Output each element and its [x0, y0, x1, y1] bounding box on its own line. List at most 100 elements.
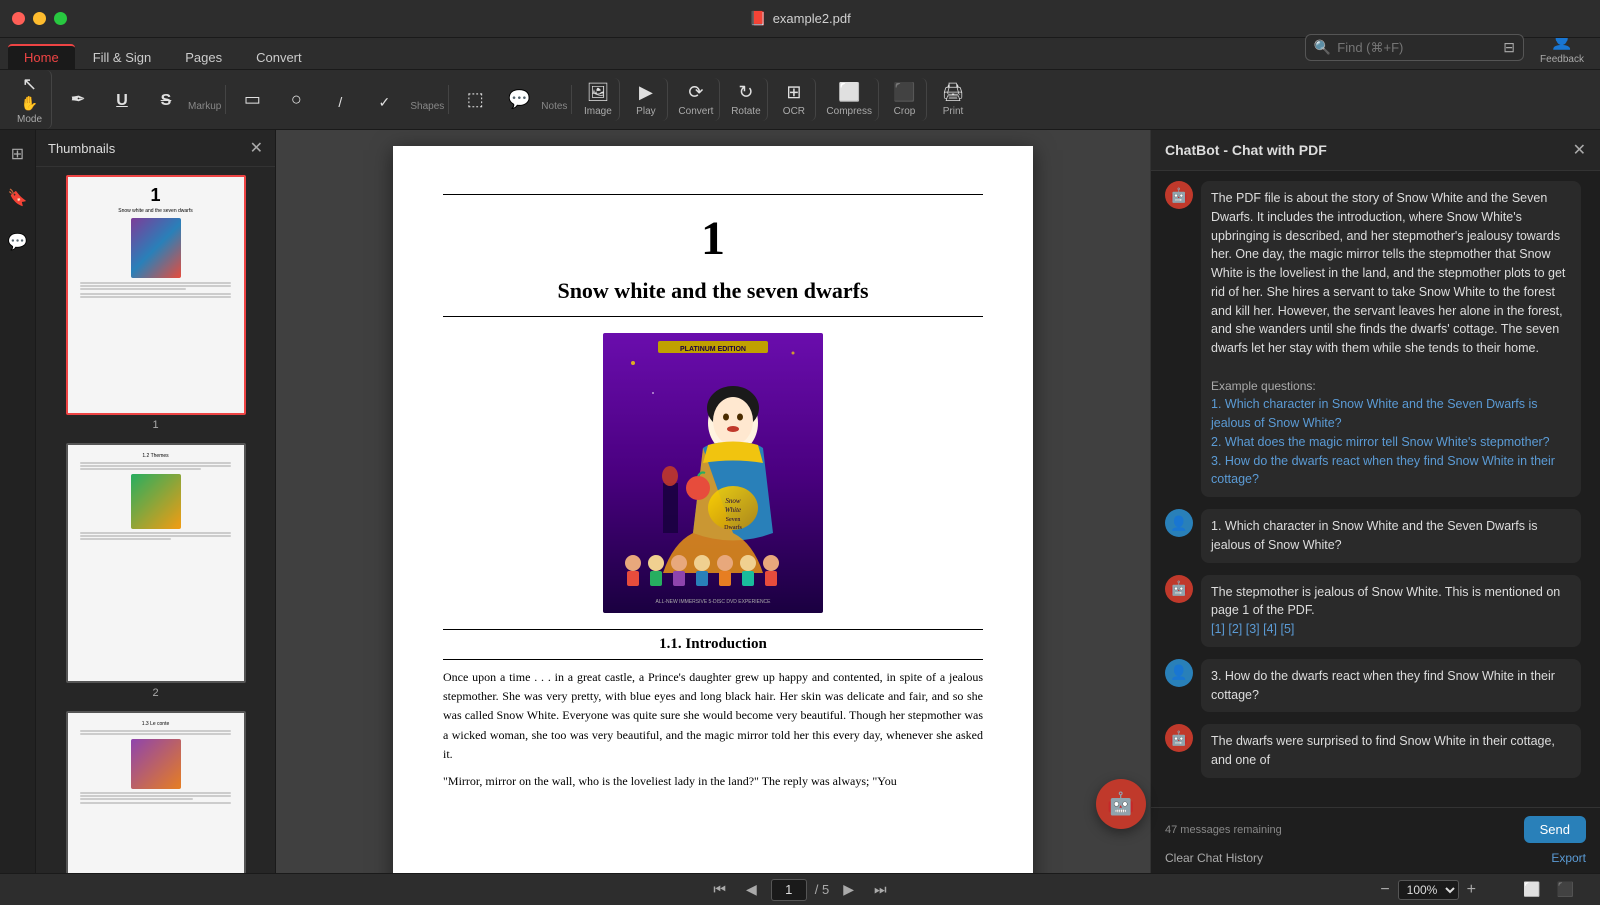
line-button[interactable]: /: [318, 90, 362, 115]
book-cover-image: PLATINUM EDITION: [603, 333, 823, 613]
chapter-number: 1: [443, 211, 983, 266]
example-link-1[interactable]: 1. Which character in Snow White and the…: [1211, 397, 1538, 430]
image-button[interactable]: 🖼 Image: [576, 78, 620, 121]
stamp-icon: ⬚: [467, 89, 484, 111]
tab-convert[interactable]: Convert: [240, 46, 318, 69]
svg-text:ALL-NEW IMMERSIVE 5-DISC DVD E: ALL-NEW IMMERSIVE 5-DISC DVD EXPERIENCE: [655, 599, 771, 605]
print-icon: 🖨: [942, 82, 965, 104]
chat-bubble-user-1: 1. Which character in Snow White and the…: [1201, 509, 1581, 563]
compress-icon: ⬜: [838, 82, 860, 104]
export-button[interactable]: Export: [1551, 851, 1586, 865]
minimize-button[interactable]: [33, 12, 46, 25]
ai-avatar-2: 🤖: [1165, 575, 1193, 603]
ocr-icon: ⊞: [786, 82, 801, 104]
thumb-cover-2: [131, 474, 181, 529]
chat-messages: 🤖 The PDF file is about the story of Sno…: [1151, 171, 1600, 807]
bookmarks-icon[interactable]: 🔖: [2, 182, 34, 214]
pen-button[interactable]: ✒: [56, 85, 100, 115]
zoom-out-button[interactable]: −: [1376, 881, 1393, 899]
chat-header: ChatBot - Chat with PDF ✕: [1151, 130, 1600, 171]
left-sidebar-icons: ⊞ 🔖 💬: [0, 130, 36, 873]
first-page-button[interactable]: ⏮: [707, 879, 732, 900]
zoom-in-button[interactable]: +: [1463, 881, 1480, 899]
crop-button[interactable]: ⬛ Crop: [883, 78, 927, 121]
filter-icon[interactable]: ⊟: [1503, 39, 1515, 56]
play-button[interactable]: ▶ Play: [624, 78, 668, 121]
convert-icon: ⟳: [688, 82, 703, 104]
prev-page-button[interactable]: ◀: [740, 879, 763, 900]
chat-actions: 47 messages remaining Send: [1165, 816, 1586, 843]
chat-close-button[interactable]: ✕: [1573, 140, 1586, 160]
comments-icon[interactable]: 💬: [2, 226, 34, 258]
thumbnail-num-2: 2: [44, 687, 267, 699]
thumbnail-page-3[interactable]: 1.3 Le conte 3: [44, 711, 267, 873]
page-total: / 5: [815, 882, 829, 897]
example-label: Example questions:: [1211, 379, 1316, 393]
svg-text:Snow: Snow: [725, 497, 741, 505]
rect-button[interactable]: ▭: [230, 85, 274, 115]
check-button[interactable]: ✓: [362, 90, 406, 115]
convert-button[interactable]: ⟳ Convert: [672, 78, 720, 121]
chat-msg-ai-2: 🤖 The stepmother is jealous of Snow Whit…: [1165, 575, 1586, 647]
ai-avatar-1: 🤖: [1165, 181, 1193, 209]
image-icon: 🖼: [586, 82, 609, 104]
thumbnail-page-2[interactable]: 1.2 Themes 2: [44, 443, 267, 699]
svg-text:Seven: Seven: [726, 517, 741, 523]
line-icon: /: [338, 94, 342, 111]
messages-remaining: 47 messages remaining: [1165, 824, 1282, 836]
thumb-cover-1: [131, 218, 181, 278]
send-button[interactable]: Send: [1524, 816, 1586, 843]
chat-msg-ai-3: 🤖 The dwarfs were surprised to find Snow…: [1165, 724, 1586, 778]
refs-links: [1] [2] [3] [4] [5]: [1211, 622, 1294, 636]
tab-row: Home Fill & Sign Pages Convert 🔍 ⊟ 👤 Fee…: [0, 38, 1600, 70]
pdf-icon: 📕: [749, 10, 766, 27]
zoom-select[interactable]: 100% 75% 125% 150%: [1398, 880, 1459, 900]
chat-bubble-ai-3: The dwarfs were surprised to find Snow W…: [1201, 724, 1581, 778]
chatbot-fab[interactable]: 🤖: [1096, 779, 1146, 829]
zoom-controls: − 100% 75% 125% 150% +: [1376, 880, 1480, 900]
example-link-3[interactable]: 3. How do the dwarfs react when they fin…: [1211, 454, 1555, 487]
maximize-button[interactable]: [54, 12, 67, 25]
last-page-button[interactable]: ⏭: [868, 879, 893, 900]
comment-button[interactable]: 💬: [497, 85, 541, 115]
bottom-bar: ⏮ ◀ / 5 ▶ ⏭ − 100% 75% 125% 150% + ⬜ ⬛: [0, 873, 1600, 905]
thumb-cover-3: [131, 739, 181, 789]
pdf-viewer[interactable]: 1 Snow white and the seven dwarfs: [276, 130, 1150, 873]
mode-button[interactable]: ↖ ✋ Mode: [8, 70, 52, 129]
chapter-title: Snow white and the seven dwarfs: [443, 278, 983, 317]
clear-history-button[interactable]: Clear Chat History: [1165, 851, 1263, 865]
strikethrough-button[interactable]: S: [144, 87, 188, 114]
next-page-button[interactable]: ▶: [837, 879, 860, 900]
pdf-body-text-1: Once upon a time . . . in a great castle…: [443, 668, 983, 764]
rectangle-icon: ▭: [244, 89, 261, 111]
fit-width-button[interactable]: ⬛: [1551, 879, 1580, 900]
thumbnail-img-3: 1.3 Le conte: [66, 711, 246, 873]
fit-page-button[interactable]: ⬜: [1517, 879, 1546, 900]
compress-button[interactable]: ⬜ Compress: [820, 78, 879, 121]
rotate-button[interactable]: ↻ Rotate: [724, 78, 768, 121]
print-button[interactable]: 🖨 Print: [931, 78, 975, 121]
svg-text:White: White: [725, 506, 741, 514]
thumbnails-icon[interactable]: ⊞: [2, 138, 34, 170]
underline-button[interactable]: U: [100, 87, 144, 114]
sidebar-close-button[interactable]: ✕: [250, 138, 263, 158]
svg-text:PLATINUM EDITION: PLATINUM EDITION: [680, 346, 746, 353]
page-number-input[interactable]: [771, 879, 807, 901]
ellipse-button[interactable]: ○: [274, 85, 318, 115]
thumbnail-page-1[interactable]: 1 Snow white and the seven dwarfs 1: [44, 175, 267, 431]
example-link-2[interactable]: 2. What does the magic mirror tell Snow …: [1211, 435, 1550, 449]
view-buttons: ⬜ ⬛: [1517, 879, 1580, 900]
search-input[interactable]: [1337, 40, 1497, 55]
thumbnail-num-1: 1: [44, 419, 267, 431]
chat-panel: ChatBot - Chat with PDF ✕ 🤖 The PDF file…: [1150, 130, 1600, 873]
ocr-button[interactable]: ⊞ OCR: [772, 78, 816, 121]
tab-fill-sign[interactable]: Fill & Sign: [77, 46, 168, 69]
search-icon: 🔍: [1314, 39, 1331, 56]
main-area: ⊞ 🔖 💬 Thumbnails ✕ 1 Snow white and the …: [0, 130, 1600, 873]
stamp-button[interactable]: ⬚: [453, 85, 497, 115]
tab-pages[interactable]: Pages: [169, 46, 238, 69]
thumbnails-panel: Thumbnails ✕ 1 Snow white and the seven …: [36, 130, 276, 873]
tab-home[interactable]: Home: [8, 44, 75, 69]
close-button[interactable]: [12, 12, 25, 25]
markup-label: Markup: [188, 99, 221, 114]
